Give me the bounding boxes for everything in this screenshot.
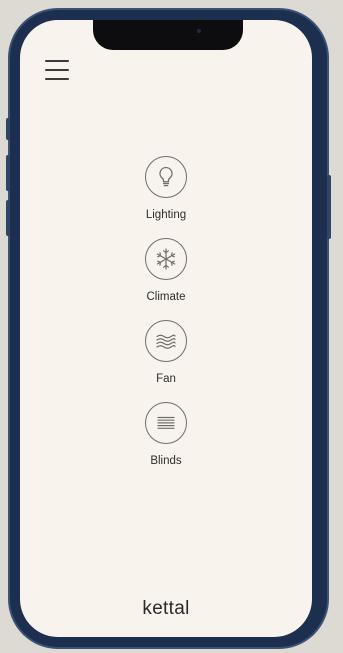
brand-logo: kettal — [142, 598, 190, 619]
fan-control-button[interactable]: Fan — [145, 320, 187, 386]
snowflake-icon — [156, 248, 176, 270]
fan-icon-circle[interactable] — [145, 320, 187, 362]
notch — [93, 20, 243, 50]
phone-side-button — [327, 175, 331, 239]
blinds-label: Blinds — [150, 455, 182, 467]
control-list: Lighting Climate Fan Blinds — [20, 156, 312, 484]
wind-waves-icon — [156, 334, 176, 349]
phone-side-button — [6, 118, 10, 140]
lighting-icon-circle[interactable] — [145, 156, 187, 198]
blinds-lines-icon — [157, 416, 175, 429]
blinds-icon-circle[interactable] — [145, 402, 187, 444]
lightbulb-icon — [159, 166, 173, 187]
lighting-label: Lighting — [145, 209, 187, 221]
climate-control-button[interactable]: Climate — [145, 238, 187, 304]
climate-icon-circle[interactable] — [145, 238, 187, 280]
phone-side-button — [6, 155, 10, 191]
blinds-control-button[interactable]: Blinds — [145, 402, 187, 468]
lighting-control-button[interactable]: Lighting — [145, 156, 187, 222]
phone-side-button — [6, 200, 10, 236]
front-camera — [197, 29, 201, 33]
hamburger-menu-icon[interactable] — [45, 60, 69, 80]
fan-label: Fan — [156, 373, 176, 385]
phone-screen: Lighting Climate Fan Blinds kettal — [20, 20, 312, 637]
climate-label: Climate — [146, 291, 186, 303]
